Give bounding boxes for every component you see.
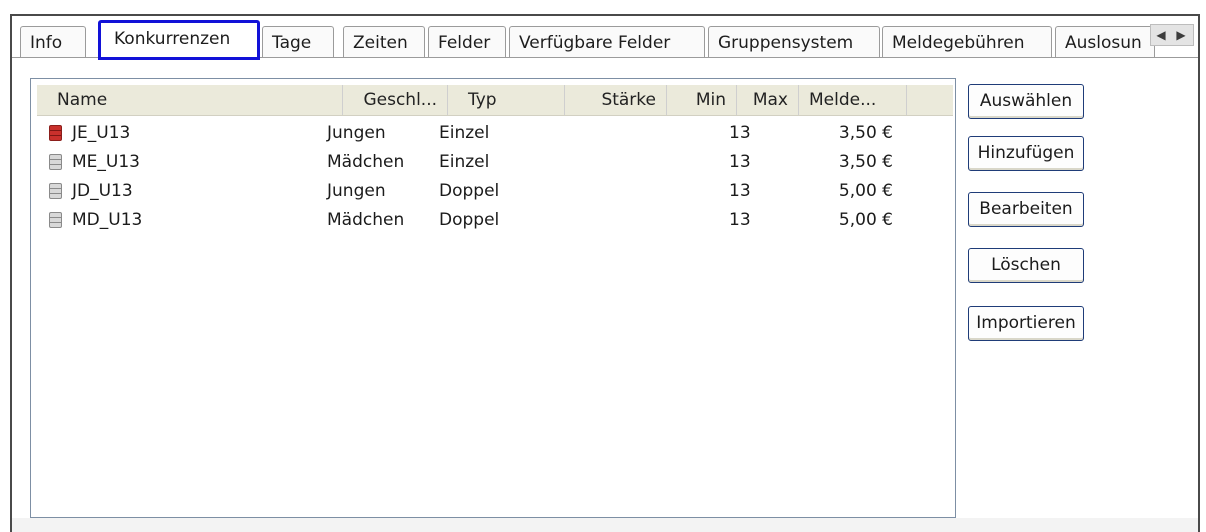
- tab-verfuegbare-felder[interactable]: Verfügbare Felder: [509, 26, 705, 58]
- tab-meldegebuehren[interactable]: Meldegebühren: [882, 26, 1052, 58]
- column-header-geschlecht[interactable]: Geschl...: [343, 85, 448, 115]
- tab-label: Zeiten: [353, 33, 408, 53]
- database-gray-icon: [49, 154, 62, 170]
- cell-typ: Doppel: [439, 210, 500, 230]
- column-header-max[interactable]: Max: [737, 85, 799, 115]
- column-header-staerke[interactable]: Stärke: [565, 85, 667, 115]
- table-row[interactable]: JE_U13 Jungen Einzel 13 3,50 €: [31, 119, 951, 148]
- import-button[interactable]: Importieren: [968, 306, 1084, 341]
- column-header-min[interactable]: Min: [667, 85, 737, 115]
- column-header-name[interactable]: Name: [37, 85, 343, 115]
- tab-auslosung[interactable]: Auslosun: [1055, 26, 1155, 58]
- cell-typ: Einzel: [439, 123, 490, 143]
- database-red-icon: [49, 125, 62, 141]
- tab-label: Gruppensystem: [718, 33, 854, 53]
- column-header-label: Min: [695, 90, 726, 110]
- cell-max: 13: [729, 181, 751, 201]
- tab-label: Tage: [272, 33, 312, 53]
- cell-typ: Einzel: [439, 152, 490, 172]
- table-row[interactable]: ME_U13 Mädchen Einzel 13 3,50 €: [31, 148, 951, 177]
- konkurrenzen-list[interactable]: Name Geschl... Typ Stärke Min Max Melde.…: [30, 78, 956, 518]
- cell-meldegebuehr: 5,00 €: [838, 210, 893, 230]
- table-row[interactable]: JD_U13 Jungen Doppel 13 5,00 €: [31, 177, 951, 206]
- cell-geschlecht: Jungen: [327, 181, 386, 201]
- column-header-label: Max: [752, 90, 788, 110]
- cell-geschlecht: Mädchen: [327, 152, 405, 172]
- edit-button[interactable]: Bearbeiten: [968, 192, 1084, 227]
- select-button[interactable]: Auswählen: [968, 84, 1084, 119]
- tab-gruppensystem[interactable]: Gruppensystem: [708, 26, 880, 58]
- column-header-label: Name: [57, 90, 108, 110]
- cell-max: 13: [729, 210, 751, 230]
- cell-meldegebuehr: 3,50 €: [838, 123, 893, 143]
- database-gray-icon: [49, 212, 62, 228]
- cell-name: JE_U13: [72, 123, 131, 143]
- cell-name: ME_U13: [72, 152, 140, 172]
- cell-max: 13: [729, 123, 751, 143]
- delete-button[interactable]: Löschen: [968, 248, 1084, 283]
- column-header-label: Typ: [468, 90, 497, 110]
- cell-name: JD_U13: [72, 181, 133, 201]
- arrow-left-icon[interactable]: ◀: [1153, 27, 1169, 43]
- cell-name: MD_U13: [72, 210, 143, 230]
- tab-konkurrenzen[interactable]: Konkurrenzen: [98, 20, 260, 60]
- cell-geschlecht: Mädchen: [327, 210, 405, 230]
- tab-label: Felder: [438, 33, 491, 53]
- window-border-right: [1198, 14, 1200, 532]
- tab-label: Auslosun: [1065, 33, 1142, 53]
- tab-felder[interactable]: Felder: [428, 26, 506, 58]
- cell-typ: Doppel: [439, 181, 500, 201]
- cell-meldegebuehr: 5,00 €: [838, 181, 893, 201]
- tab-label: Meldegebühren: [892, 33, 1025, 53]
- panel-bottom-strip: [12, 518, 1198, 532]
- tab-strip: Info Konkurrenzen Tage Zeiten Felder Ver…: [12, 16, 1198, 60]
- database-gray-icon: [49, 183, 62, 199]
- window-border-left: [10, 14, 12, 532]
- column-header-label: Stärke: [601, 90, 656, 110]
- add-button[interactable]: Hinzufügen: [968, 136, 1084, 171]
- tab-label: Konkurrenzen: [114, 29, 231, 49]
- column-header-typ[interactable]: Typ: [448, 85, 565, 115]
- tab-label: Info: [30, 33, 63, 53]
- tab-label: Verfügbare Felder: [519, 33, 671, 53]
- tab-zeiten[interactable]: Zeiten: [343, 26, 425, 58]
- column-header-label: Melde...: [809, 90, 877, 110]
- column-header-meldegebuehr[interactable]: Melde...: [799, 85, 907, 115]
- column-header-label: Geschl...: [363, 90, 437, 110]
- cell-max: 13: [729, 152, 751, 172]
- table-row[interactable]: MD_U13 Mädchen Doppel 13 5,00 €: [31, 206, 951, 235]
- tab-scroll-buttons: ◀ ▶: [1150, 24, 1194, 46]
- cell-geschlecht: Jungen: [327, 123, 386, 143]
- tab-tage[interactable]: Tage: [262, 26, 334, 58]
- list-header: Name Geschl... Typ Stärke Min Max Melde.…: [35, 81, 979, 116]
- tab-info[interactable]: Info: [20, 26, 86, 58]
- arrow-right-icon[interactable]: ▶: [1173, 27, 1189, 43]
- cell-meldegebuehr: 3,50 €: [838, 152, 893, 172]
